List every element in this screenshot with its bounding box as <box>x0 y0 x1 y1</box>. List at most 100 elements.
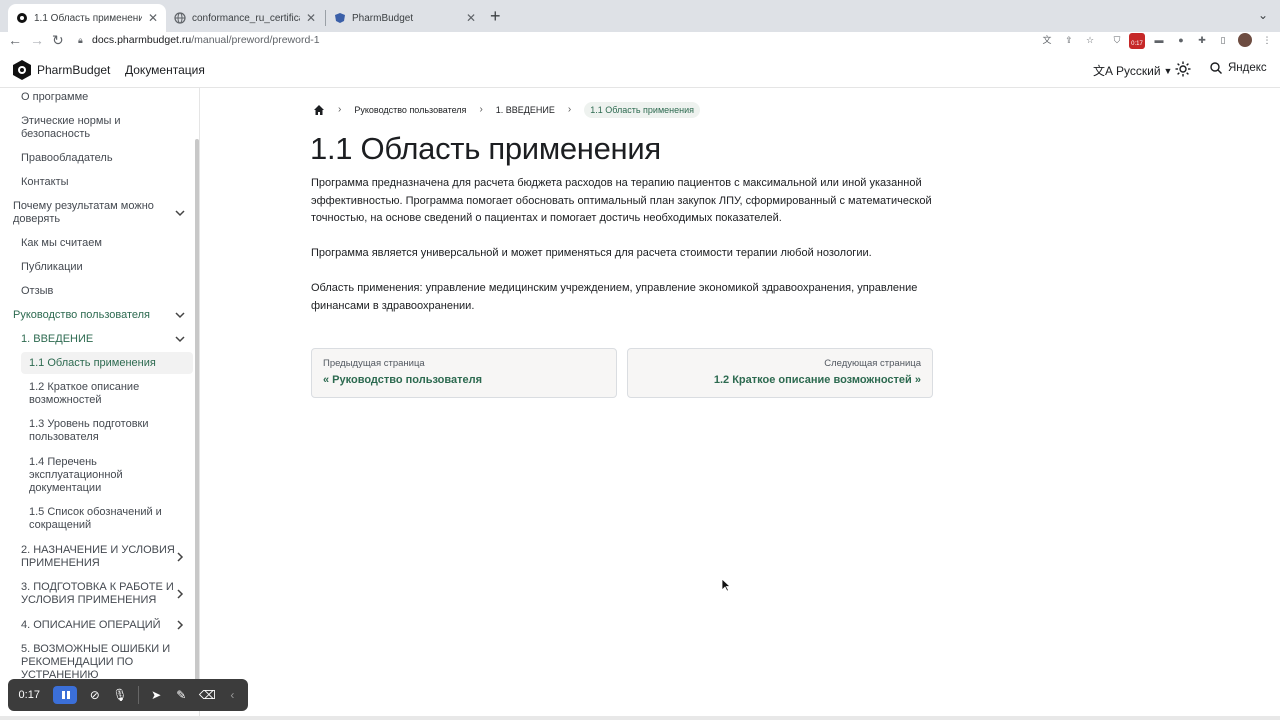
pharmbudget-logo-icon[interactable] <box>11 59 33 81</box>
browser-menu-icon[interactable]: ⋮ <box>1260 33 1274 47</box>
paragraph-universal: Программа является универсальной и может… <box>311 247 872 259</box>
shield-extension-icon[interactable]: ⛉ <box>1110 33 1124 47</box>
prev-page-link[interactable]: Предыдущая страница « Руководство пользо… <box>311 348 617 398</box>
close-tab-icon[interactable]: ✕ <box>148 11 158 25</box>
close-tab-icon[interactable]: ✕ <box>306 11 316 25</box>
chevron-down-icon[interactable] <box>174 333 186 345</box>
browser-tab-active[interactable]: 1.1 Область применения | Ph ✕ <box>8 4 166 32</box>
sidebar-category-purpose[interactable]: 2. НАЗНАЧЕНИЕ И УСЛОВИЯ ПРИМЕНЕНИЯ <box>21 544 176 570</box>
url-domain: docs.pharmbudget.ru <box>92 34 192 46</box>
tab-title: 1.1 Область применения | Ph <box>34 12 142 24</box>
screen-recorder-toolbar: 0:17 ⊘ 🎙︎ ➤ ✎ ⌫ ‹ <box>8 679 248 711</box>
sidebar-category-errors[interactable]: 5. ВОЗМОЖНЫЕ ОШИБКИ И РЕКОМЕНДАЦИИ ПО УС… <box>21 643 176 682</box>
prev-page-title: « Руководство пользователя <box>323 374 483 386</box>
sidebar-item-copyright-holder[interactable]: Правообладатель <box>21 152 113 165</box>
camera-off-icon[interactable]: ⊘ <box>87 687 102 703</box>
chevron-down-icon[interactable] <box>174 207 186 219</box>
sidebar-category-operations[interactable]: 4. ОПИСАНИЕ ОПЕРАЦИЙ <box>21 619 161 632</box>
sidebar-item-contacts[interactable]: Контакты <box>21 176 69 189</box>
sidebar-category-trust[interactable]: Почему результатам можно доверять <box>13 200 168 226</box>
home-icon[interactable] <box>313 104 325 116</box>
paragraph-scope: Область применения: управление медицинск… <box>311 282 918 312</box>
globe-icon <box>174 12 186 24</box>
chevron-down-icon[interactable] <box>174 309 186 321</box>
url-text: docs.pharmbudget.ru/manual/preword/prewo… <box>92 34 320 46</box>
close-tab-icon[interactable]: ✕ <box>466 11 476 25</box>
search-button[interactable]: Яндекс <box>1210 62 1267 74</box>
language-label: Русский <box>1116 63 1161 78</box>
reload-icon[interactable]: ↻ <box>52 32 64 48</box>
browser-tab-pdf[interactable]: conformance_ru_certificate.pdf ✕ <box>166 4 324 32</box>
sidebar-item-how-we-calculate[interactable]: Как мы считаем <box>21 237 102 250</box>
pen-tool-icon[interactable]: ✎ <box>174 687 189 703</box>
sidebar-item-user-level[interactable]: 1.3 Уровень подготовки пользователя <box>29 418 169 444</box>
microphone-icon[interactable]: 🎙︎ <box>112 687 127 703</box>
sidebar-item-documentation-list[interactable]: 1.4 Перечень эксплуатационной документац… <box>29 456 149 495</box>
sidebar-item-publications[interactable]: Публикации <box>21 261 83 274</box>
chevron-right-icon[interactable] <box>174 619 186 631</box>
url-path: /manual/preword/preword-1 <box>191 34 320 46</box>
sidebar-item-capabilities[interactable]: 1.2 Краткое описание возможностей <box>29 381 169 407</box>
new-tab-button[interactable]: + <box>490 6 501 27</box>
paragraph-purpose: Программа предназначена для расчета бюдж… <box>311 177 932 224</box>
recording-timer: 0:17 <box>18 689 40 701</box>
translate-icon[interactable]: 文 <box>1040 33 1054 47</box>
docs-sidebar: О программе Этические нормы и безопаснос… <box>0 88 200 720</box>
sidebar-item-about[interactable]: О программе <box>21 91 88 104</box>
window-bottom-edge <box>0 716 1280 720</box>
sidebar-scrollbar[interactable] <box>195 139 199 684</box>
sidebar-category-introduction[interactable]: 1. ВВЕДЕНИЕ <box>21 333 93 346</box>
breadcrumb-user-manual[interactable]: Руководство пользователя <box>354 105 466 115</box>
back-arrow-icon[interactable]: ← <box>8 32 22 48</box>
sidebar-category-user-manual[interactable]: Руководство пользователя <box>13 309 150 322</box>
language-switcher[interactable]: 文A Русский ▼ <box>1093 62 1172 79</box>
page-title: 1.1 Область применения <box>310 131 661 166</box>
eraser-tool-icon[interactable]: ⌫ <box>199 687 216 703</box>
address-bar[interactable]: 🔒︎ docs.pharmbudget.ru/manual/preword/pr… <box>78 32 1108 48</box>
extension-icon[interactable]: ● <box>1174 33 1188 47</box>
breadcrumb-current: 1.1 Область применения <box>584 101 700 118</box>
share-icon[interactable]: ⇪ <box>1062 33 1076 47</box>
browser-tab-pharmbudget[interactable]: PharmBudget ✕ <box>326 4 484 32</box>
collapse-chevron-icon[interactable]: ‹ <box>225 687 240 703</box>
tab-title: PharmBudget <box>352 12 414 24</box>
sidebar-item-scope-current[interactable]: 1.1 Область применения <box>21 352 193 374</box>
next-page-link[interactable]: Следующая страница 1.2 Краткое описание … <box>627 348 933 398</box>
recording-badge[interactable]: 0:17 <box>1129 33 1145 49</box>
sidebar-category-preparation[interactable]: 3. ПОДГОТОВКА К РАБОТЕ И УСЛОВИЯ ПРИМЕНЕ… <box>21 581 176 607</box>
bookmark-star-icon[interactable]: ☆ <box>1083 33 1097 47</box>
lock-icon: 🔒︎ <box>78 34 83 45</box>
tab-search-chevron-icon[interactable]: ⌄ <box>1258 8 1268 22</box>
chevron-right-icon[interactable] <box>174 551 186 563</box>
docs-nav-link[interactable]: Документация <box>125 63 205 77</box>
search-icon <box>1210 62 1222 74</box>
breadcrumb-separator: › <box>479 104 483 115</box>
browser-tab-bar: 1.1 Область применения | Ph ✕ conformanc… <box>0 0 1280 32</box>
toolbar-divider <box>137 686 139 704</box>
profile-avatar[interactable] <box>1238 33 1252 47</box>
search-label: Яндекс <box>1228 62 1267 74</box>
breadcrumb-separator: › <box>338 104 342 115</box>
extension-icon[interactable]: ▬ <box>1152 33 1166 47</box>
forward-arrow-icon[interactable]: → <box>30 32 44 48</box>
site-header: PharmBudget Документация 文A Русский ▼ Ян… <box>0 54 1280 88</box>
brand-name[interactable]: PharmBudget <box>37 63 110 77</box>
puzzle-icon[interactable]: ✚ <box>1195 33 1209 47</box>
theme-toggle-sun-icon[interactable] <box>1175 61 1191 77</box>
shield-favicon-icon <box>335 13 345 23</box>
breadcrumb-introduction[interactable]: 1. ВВЕДЕНИЕ <box>496 105 555 115</box>
prev-page-caption: Предыдущая страница <box>323 358 425 369</box>
sidebar-item-abbreviations[interactable]: 1.5 Список обозначений и сокращений <box>29 506 179 532</box>
sidebar-item-feedback[interactable]: Отзыв <box>21 285 53 298</box>
caret-down-icon: ▼ <box>1163 65 1173 76</box>
tab-title: conformance_ru_certificate.pdf <box>192 12 300 24</box>
sidebar-item-ethics[interactable]: Этические нормы и безопасность <box>21 115 151 141</box>
browser-toolbar: ← → ↻ 🔒︎ docs.pharmbudget.ru/manual/prew… <box>0 32 1280 54</box>
pointer-tool-icon[interactable]: ➤ <box>149 687 164 703</box>
breadcrumb-separator: › <box>567 104 572 115</box>
translate-icon: 文A <box>1093 64 1114 78</box>
side-panel-icon[interactable]: ▯ <box>1216 33 1230 47</box>
pause-recording-button[interactable] <box>52 686 78 704</box>
breadcrumb: › Руководство пользователя › 1. ВВЕДЕНИЕ… <box>313 100 700 119</box>
chevron-right-icon[interactable] <box>174 588 186 600</box>
